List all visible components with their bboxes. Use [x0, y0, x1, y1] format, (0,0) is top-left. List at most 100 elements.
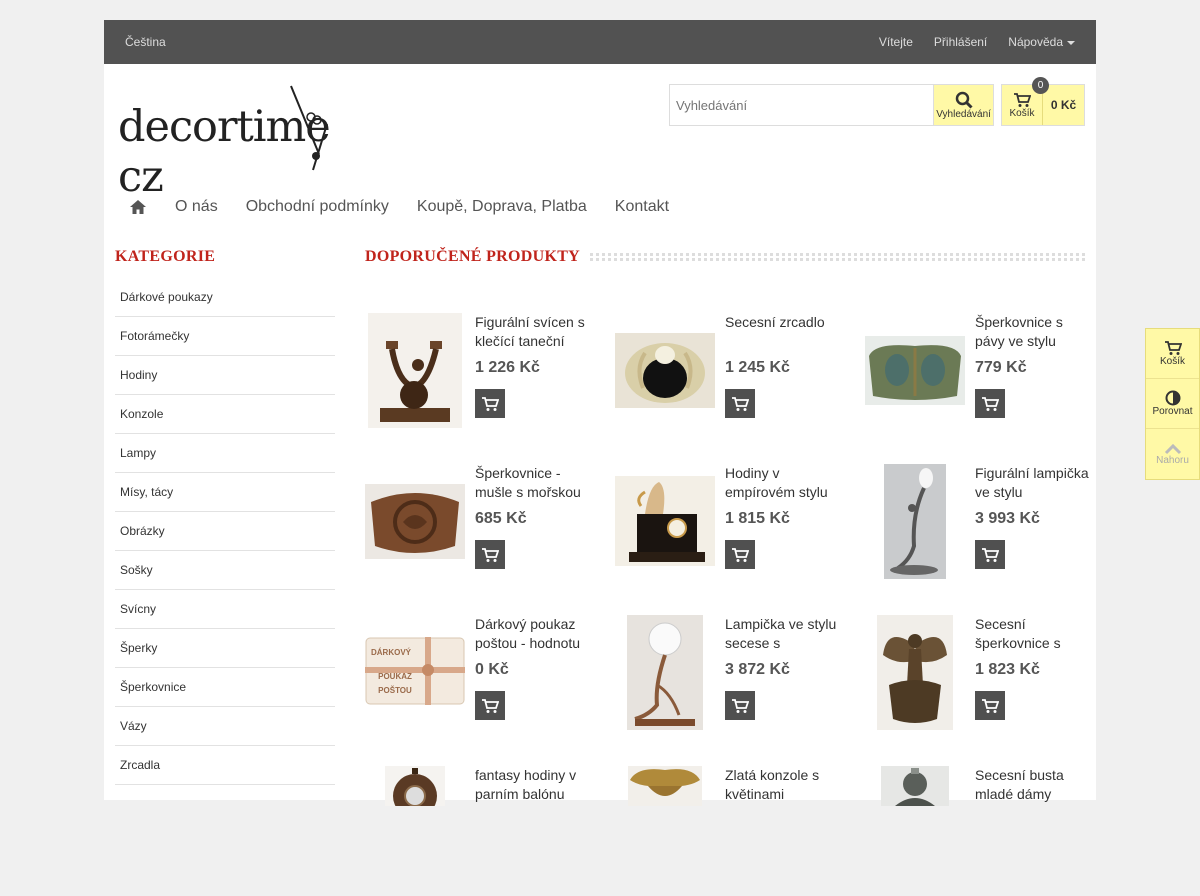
product-name[interactable]: Šperkovnice s pávy ve stylu — [975, 313, 1093, 351]
product-card: Zlatá konzole s květinami — [615, 766, 865, 896]
clock-image[interactable] — [615, 476, 715, 566]
svg-text:POŠTOU: POŠTOU — [378, 686, 412, 695]
nav-item-shipping[interactable]: Koupě, Doprava, Platba — [417, 198, 587, 216]
add-to-cart-button[interactable] — [725, 540, 755, 569]
float-top-button[interactable]: Nahoru — [1146, 429, 1199, 479]
product-price: 685 Kč — [475, 510, 527, 527]
balloon-clock-image[interactable] — [365, 766, 465, 806]
search-box: Vyhledávání — [669, 84, 994, 126]
cart-label: Košík — [1009, 107, 1035, 119]
floating-toolbar: Košík Porovnat Nahoru — [1145, 328, 1200, 480]
add-to-cart-button[interactable] — [725, 691, 755, 720]
help-label: Nápověda — [1008, 35, 1063, 49]
cart-icon — [482, 547, 499, 562]
category-item[interactable]: Sošky — [115, 551, 335, 590]
product-name[interactable]: Figurální lampička ve stylu — [975, 464, 1093, 502]
product-price: 3 993 Kč — [975, 510, 1040, 527]
site-logo[interactable]: decortimecz — [118, 84, 363, 202]
bust-image[interactable] — [865, 766, 965, 806]
console-image[interactable] — [615, 766, 715, 806]
product-name[interactable]: Lampička ve stylu secese s — [725, 615, 843, 653]
category-item[interactable]: Svícny — [115, 590, 335, 629]
category-item[interactable]: Zrcadla — [115, 746, 335, 785]
cart-widget[interactable]: Košík 0 Kč 0 — [1001, 77, 1085, 126]
category-item[interactable]: Vázy — [115, 707, 335, 746]
float-top-label: Nahoru — [1156, 454, 1189, 466]
product-card: Šperkovnice - mušle s mořskou 685 Kč — [365, 464, 615, 594]
nav-item-contact[interactable]: Kontakt — [615, 198, 669, 216]
login-link[interactable]: Přihlášení — [934, 35, 987, 49]
shell-box-image[interactable] — [365, 484, 465, 559]
product-card: Hodiny v empírovém stylu 1 815 Kč — [615, 464, 865, 594]
product-name[interactable]: Secesní zrcadlo — [725, 313, 843, 351]
product-name[interactable]: Hodiny v empírovém stylu — [725, 464, 843, 502]
product-name[interactable]: Secesní busta mladé dámy — [975, 766, 1093, 804]
product-card: fantasy hodiny v parním balónu — [365, 766, 615, 896]
home-link[interactable] — [129, 199, 147, 215]
product-name[interactable]: Šperkovnice - mušle s mořskou — [475, 464, 593, 502]
category-item[interactable]: Mísy, tácy — [115, 473, 335, 512]
product-card: Secesní busta mladé dámy — [865, 766, 1115, 896]
category-item[interactable]: Lampy — [115, 434, 335, 473]
category-item[interactable]: Hodiny — [115, 356, 335, 395]
search-button[interactable]: Vyhledávání — [933, 85, 993, 125]
product-card: Secesní šperkovnice s 1 823 Kč — [865, 615, 1115, 745]
category-item[interactable]: Šperky — [115, 629, 335, 668]
add-to-cart-button[interactable] — [975, 540, 1005, 569]
lamp-image[interactable] — [865, 464, 965, 579]
category-item[interactable]: Obrázky — [115, 512, 335, 551]
cart-icon — [1014, 92, 1031, 107]
chevron-up-icon — [1164, 443, 1181, 454]
help-dropdown[interactable]: Nápověda — [1008, 35, 1075, 49]
category-item[interactable]: Dárkové poukazy — [115, 278, 335, 317]
product-price: 779 Kč — [975, 359, 1027, 376]
voucher-image[interactable]: DÁRKOVÝ POUKAZ POŠTOU — [365, 637, 465, 705]
lamp-image[interactable] — [615, 615, 715, 730]
svg-text:DÁRKOVÝ: DÁRKOVÝ — [371, 648, 412, 657]
add-to-cart-button[interactable] — [975, 389, 1005, 418]
category-item[interactable]: Konzole — [115, 395, 335, 434]
mirror-image[interactable] — [615, 333, 715, 408]
candlestick-image[interactable] — [365, 313, 465, 428]
sidebar: KATEGORIE Dárkové poukazy Fotorámečky Ho… — [115, 240, 335, 785]
add-to-cart-button[interactable] — [725, 389, 755, 418]
cart-icon — [732, 396, 749, 411]
nav-item-terms[interactable]: Obchodní podmínky — [246, 198, 389, 216]
cart-count-badge: 0 — [1032, 77, 1049, 94]
welcome-link[interactable]: Vítejte — [879, 35, 913, 49]
category-item[interactable]: Šperkovnice — [115, 668, 335, 707]
nav-item-about[interactable]: O nás — [175, 198, 218, 216]
product-name[interactable]: Secesní šperkovnice s — [975, 615, 1093, 653]
float-cart-button[interactable]: Košík — [1146, 329, 1199, 379]
product-name[interactable]: fantasy hodiny v parním balónu — [475, 766, 593, 804]
clock-hands-icon — [290, 85, 328, 171]
search-button-label: Vyhledávání — [936, 108, 991, 120]
cart-icon — [732, 547, 749, 562]
featured-products: DOPORUČENÉ PRODUKTY Figurální svícen s k… — [365, 240, 1089, 873]
category-item[interactable]: Fotorámečky — [115, 317, 335, 356]
cart-icon — [982, 547, 999, 562]
add-to-cart-button[interactable] — [475, 691, 505, 720]
float-compare-button[interactable]: Porovnat — [1146, 379, 1199, 429]
sidebar-title: KATEGORIE — [115, 248, 216, 265]
product-card: Lampička ve stylu secese s 3 872 Kč — [615, 615, 865, 745]
add-to-cart-button[interactable] — [475, 389, 505, 418]
product-price: 1 815 Kč — [725, 510, 790, 527]
cart-icon — [1164, 341, 1182, 355]
product-name[interactable]: Dárkový poukaz poštou - hodnotu — [475, 615, 593, 653]
add-to-cart-button[interactable] — [475, 540, 505, 569]
product-price: 1 226 Kč — [475, 359, 540, 376]
product-card: Figurální lampička ve stylu 3 993 Kč — [865, 464, 1115, 594]
product-name[interactable]: Zlatá konzole s květinami — [725, 766, 843, 804]
product-name[interactable]: Figurální svícen s klečící taneční — [475, 313, 593, 351]
add-to-cart-button[interactable] — [975, 691, 1005, 720]
cart-icon — [982, 698, 999, 713]
search-icon — [955, 91, 973, 109]
language-selector[interactable]: Čeština — [125, 35, 166, 49]
product-price: 3 872 Kč — [725, 661, 790, 678]
cart-icon — [732, 698, 749, 713]
fairy-box-image[interactable] — [865, 615, 965, 730]
search-input[interactable] — [670, 85, 934, 125]
cart-total: 0 Kč — [1050, 98, 1077, 112]
jewelry-box-image[interactable] — [865, 336, 965, 405]
